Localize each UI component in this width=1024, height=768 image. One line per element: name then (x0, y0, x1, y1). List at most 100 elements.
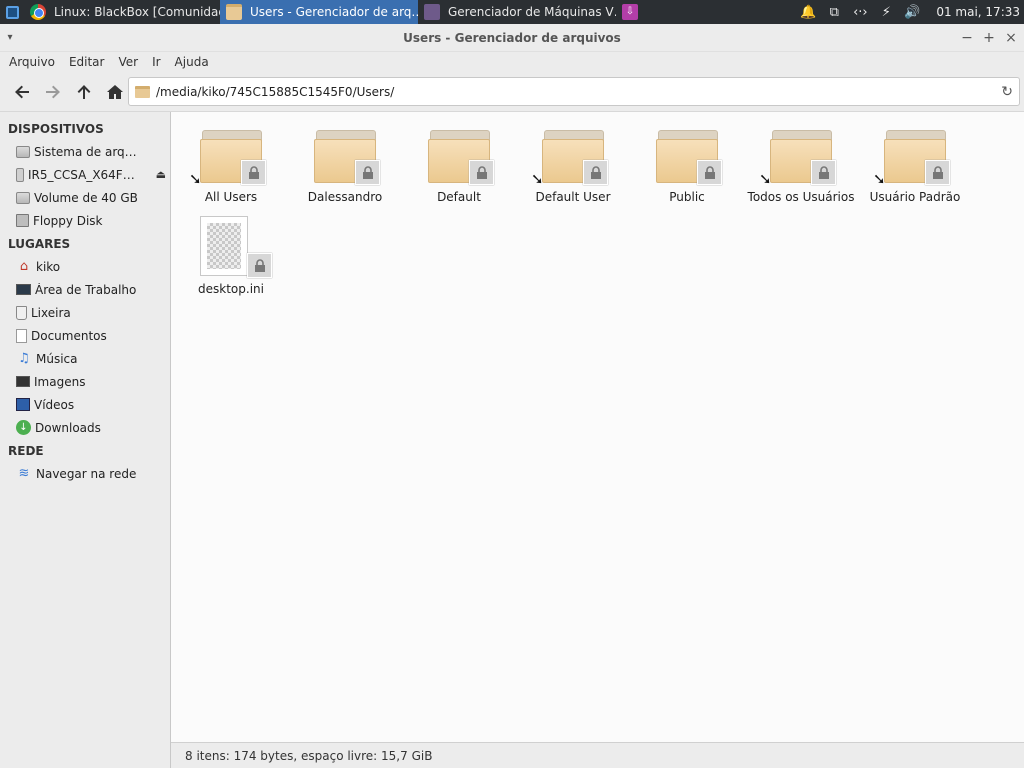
sidebar-item-label: Música (36, 351, 78, 366)
location-path[interactable]: /media/kiko/745C15885C1545F0/Users/ (156, 85, 394, 99)
lock-icon (583, 160, 608, 185)
sidebar-item-label: IR5_CCSA_X64FRE_PT-BR_DV5 (28, 167, 136, 182)
lock-icon (697, 160, 722, 185)
file-view[interactable]: ➘ All Users Dalessandro Default ➘ Defaul… (171, 112, 1024, 742)
taskbar-item-vm-manager[interactable]: Gerenciador de Máquinas V… (418, 0, 616, 24)
menu-ajuda[interactable]: Ajuda (168, 55, 216, 69)
close-button[interactable]: × (1004, 30, 1018, 46)
eject-icon[interactable]: ⏏ (156, 168, 166, 181)
music-icon: ♫ (18, 351, 30, 366)
sidebar-item-label: Volume de 40 GB (34, 190, 138, 205)
download-app-icon: ⇩ (622, 4, 638, 20)
menu-ver[interactable]: Ver (111, 55, 145, 69)
back-button[interactable] (6, 77, 37, 107)
chrome-icon (30, 4, 46, 20)
taskbar-item-download-app[interactable]: ⇩ (616, 0, 644, 24)
window-titlebar[interactable]: ▾ Users - Gerenciador de arquivos − + × (0, 24, 1024, 52)
sidebar-item-usb-drive[interactable]: IR5_CCSA_X64FRE_PT-BR_DV5 ⏏ (0, 163, 170, 186)
notification-bell-icon[interactable]: 🔔 (800, 4, 816, 20)
power-icon[interactable]: ⚡ (878, 4, 894, 20)
wifi-network-icon: ≋ (18, 466, 30, 481)
vm-manager-icon (424, 4, 440, 20)
sidebar-header-places: LUGARES (8, 236, 71, 251)
folder-icon (314, 130, 380, 185)
folder-item-all-users[interactable]: ➘ All Users (174, 112, 288, 204)
sidebar-item-label: Navegar na rede (36, 466, 137, 481)
app-menu-icon (5, 5, 19, 19)
file-name: All Users (204, 190, 258, 204)
lock-icon (241, 160, 266, 185)
up-button[interactable] (68, 77, 99, 107)
sidebar-item-documents[interactable]: Documentos (0, 324, 170, 347)
folder-item-default[interactable]: Default (402, 112, 516, 204)
sidebar-item-browse-network[interactable]: ≋ Navegar na rede (0, 462, 170, 485)
desktop-icon (16, 284, 31, 295)
file-item-desktop-ini[interactable]: desktop.ini (174, 212, 288, 304)
lock-icon (247, 253, 272, 278)
symlink-arrow-icon: ➘ (189, 170, 202, 188)
taskbar-item-browser[interactable]: Linux: BlackBox [Comunidad… (24, 0, 220, 24)
menu-arquivo[interactable]: Arquivo (2, 55, 62, 69)
sidebar-item-pictures[interactable]: Imagens (0, 370, 170, 393)
reload-icon[interactable]: ↻ (1001, 84, 1013, 100)
sidebar-item-videos[interactable]: Vídeos (0, 393, 170, 416)
folder-item-default-user[interactable]: ➘ Default User (516, 112, 630, 204)
document-file-icon (200, 216, 272, 278)
pictures-icon (16, 376, 30, 387)
home-icon (106, 84, 123, 99)
sidebar-item-label: Sistema de arquivos (34, 144, 142, 159)
sidebar-item-desktop[interactable]: Área de Trabalho (0, 278, 170, 301)
sidebar-item-home[interactable]: ⌂ kiko (0, 255, 170, 278)
taskbar-item-file-manager[interactable]: Users - Gerenciador de arq… (220, 0, 418, 24)
location-bar[interactable]: /media/kiko/745C15885C1545F0/Users/ ↻ (128, 77, 1020, 106)
toolbar: /media/kiko/745C15885C1545F0/Users/ ↻ (0, 72, 1024, 112)
sidebar-item-volume-40gb[interactable]: Volume de 40 GB (0, 186, 170, 209)
taskbar-item-label: Gerenciador de Máquinas V… (448, 5, 616, 19)
hard-drive-icon (16, 145, 30, 158)
sidebar-item-filesystem[interactable]: Sistema de arquivos (0, 140, 170, 163)
sidebar-item-music[interactable]: ♫ Música (0, 347, 170, 370)
home-button[interactable] (99, 77, 130, 107)
folder-icon: ➘ (873, 130, 950, 187)
sidebar: DISPOSITIVOS Sistema de arquivos IR5_CCS… (0, 112, 171, 768)
sidebar-item-label: Floppy Disk (33, 213, 103, 228)
sidebar-header-devices: DISPOSITIVOS (8, 121, 104, 136)
lock-icon (811, 160, 836, 185)
sidebar-item-trash[interactable]: Lixeira (0, 301, 170, 324)
window-switch-icon[interactable]: ⧉ (826, 4, 842, 20)
folder-icon (428, 130, 494, 185)
lock-icon (469, 160, 494, 185)
videos-icon (16, 398, 30, 411)
menu-ir[interactable]: Ir (145, 55, 167, 69)
menubar: Arquivo Editar Ver Ir Ajuda (0, 52, 1024, 72)
folder-item-dalessandro[interactable]: Dalessandro (288, 112, 402, 204)
symlink-arrow-icon: ➘ (531, 170, 544, 188)
clock[interactable]: 01 mai, 17:33 (936, 5, 1020, 19)
up-arrow-icon (77, 84, 90, 99)
taskbar-item-label: Users - Gerenciador de arq… (250, 5, 418, 19)
folder-icon (226, 4, 242, 20)
file-name: Dalessandro (307, 190, 383, 204)
symlink-arrow-icon: ➘ (873, 170, 886, 188)
status-text: 8 itens: 174 bytes, espaço livre: 15,7 G… (185, 748, 433, 763)
lock-icon (925, 160, 950, 185)
applications-menu-button[interactable] (0, 0, 24, 24)
window-title: Users - Gerenciador de arquivos (403, 30, 621, 45)
sidebar-item-label: Lixeira (31, 305, 71, 320)
folder-icon: ➘ (531, 130, 608, 187)
folder-item-public[interactable]: Public (630, 112, 744, 204)
minimize-button[interactable]: − (960, 30, 974, 46)
folder-item-usuario-padrao[interactable]: ➘ Usuário Padrão (858, 112, 972, 204)
sidebar-item-floppy[interactable]: Floppy Disk (0, 209, 170, 232)
sidebar-item-downloads[interactable]: ↓ Downloads (0, 416, 170, 439)
volume-icon[interactable]: 🔊 (904, 4, 920, 20)
folder-item-todos-os-usuarios[interactable]: ➘ Todos os Usuários (744, 112, 858, 204)
sidebar-item-label: Área de Trabalho (35, 282, 137, 297)
hard-drive-icon (16, 191, 30, 204)
maximize-button[interactable]: + (982, 30, 996, 46)
network-icon[interactable]: ‹·› (852, 4, 868, 20)
forward-button[interactable] (37, 77, 68, 107)
menu-editar[interactable]: Editar (62, 55, 112, 69)
sidebar-item-label: Documentos (31, 328, 107, 343)
file-name: desktop.ini (198, 282, 264, 296)
